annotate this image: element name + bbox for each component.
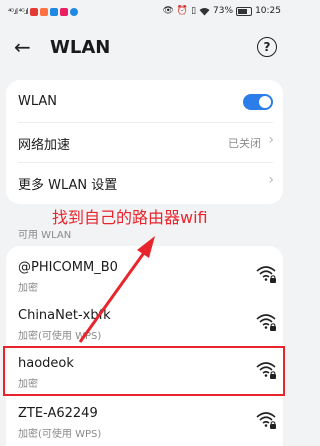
chevron-right-icon: › (268, 172, 274, 188)
network-acceleration-label: 网络加速 (18, 138, 71, 153)
vibrate-icon: ▯ (191, 6, 197, 16)
network-name: ZTE-A62249 (18, 406, 98, 421)
alarm-icon: ⏰ (176, 6, 189, 16)
app-notification-icon (39, 7, 48, 16)
network-name: ChinaNet-xbfk (18, 308, 111, 323)
status-bar-right: 👁 ⏰ ▯ 73% 10:25 (162, 6, 281, 16)
page-title: WLAN (50, 37, 111, 58)
wlan-label: WLAN (18, 94, 58, 109)
network-item[interactable]: ChinaNet-xbfk 加密(可使用 WPS) (6, 298, 283, 346)
wifi-locked-icon (256, 314, 276, 331)
eye-comfort-icon: 👁 (162, 6, 174, 16)
app-notification-icon (69, 7, 78, 16)
available-wlan-label: 可用 WLAN (18, 230, 72, 241)
network-name: haodeok (18, 356, 74, 371)
network-security: 加密(可使用 WPS) (18, 331, 102, 342)
network-item[interactable]: ZTE-A62249 加密(可使用 WPS) (6, 396, 283, 444)
status-bar-left: ⁴ᴳ.ıl ⁴ᴳ.ıl (8, 7, 78, 16)
chevron-right-icon: › (268, 132, 274, 148)
wifi-locked-icon (256, 266, 276, 283)
annotation-text: 找到自己的路由器wifi (52, 208, 208, 227)
status-bar: ⁴ᴳ.ıl ⁴ᴳ.ıl 👁 ⏰ ▯ 73% 10:25 (0, 0, 289, 26)
help-icon[interactable]: ? (257, 37, 277, 57)
network-name: @PHICOMM_B0 (18, 260, 118, 275)
wlan-toggle-switch[interactable] (243, 94, 273, 110)
network-security: 加密(可使用 WPS) (18, 429, 102, 440)
battery-percent: 73% (213, 6, 234, 16)
network-item[interactable]: haodeok 加密 (6, 346, 283, 394)
wifi-locked-icon (256, 412, 276, 429)
clock-time: 10:25 (255, 6, 281, 16)
battery-icon (236, 6, 253, 16)
app-notification-icon (49, 7, 58, 16)
network-acceleration-value: 已关闭 (228, 137, 261, 150)
network-acceleration-row[interactable]: 网络加速 已关闭 › (6, 122, 283, 162)
network-security: 加密 (18, 379, 38, 390)
wifi-status-icon (199, 7, 210, 15)
app-header: ← WLAN ? (0, 26, 289, 70)
more-wlan-settings-label: 更多 WLAN 设置 (18, 178, 118, 193)
network-security: 加密 (18, 283, 38, 294)
wifi-locked-icon (256, 362, 276, 379)
more-wlan-settings-row[interactable]: 更多 WLAN 设置 › (6, 162, 283, 202)
signal-icon: ⁴ᴳ.ıl ⁴ᴳ.ıl (8, 7, 29, 16)
wlan-settings-card: WLAN 网络加速 已关闭 › 更多 WLAN 设置 › (6, 80, 283, 204)
app-notification-icon (59, 7, 68, 16)
wlan-toggle-row[interactable]: WLAN (6, 82, 283, 122)
available-network-list: @PHICOMM_B0 加密 ChinaNet-xbfk 加密(可使用 WPS)… (6, 246, 283, 446)
network-item[interactable]: @PHICOMM_B0 加密 (6, 250, 283, 298)
app-notification-icon (29, 7, 38, 16)
back-arrow-icon[interactable]: ← (14, 36, 31, 58)
